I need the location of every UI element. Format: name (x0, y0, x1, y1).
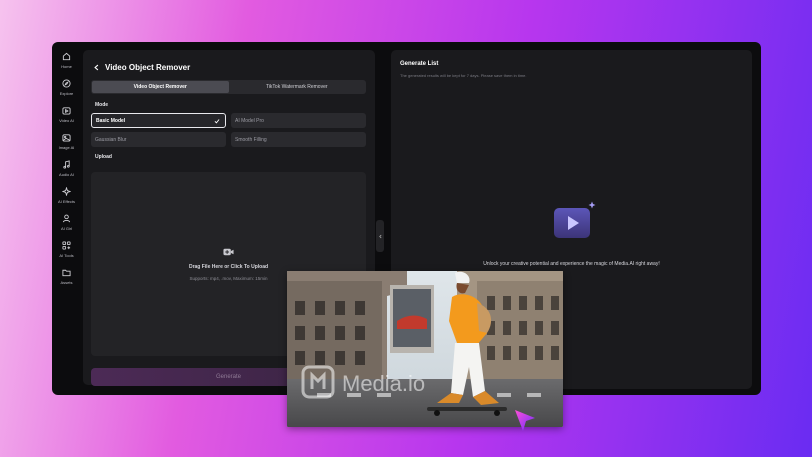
sidebar-item-ai-girl[interactable]: AI Girl (52, 214, 81, 238)
tab-video-object-remover[interactable]: Video Object Remover (92, 81, 229, 93)
compass-icon (62, 79, 71, 88)
mode-gaussian-blur[interactable]: Gaussian Blur (91, 132, 226, 147)
empty-video-icon (554, 201, 596, 238)
sidebar-item-label: Home (61, 64, 72, 69)
music-icon (63, 160, 70, 169)
mode-smooth-filling[interactable]: Smooth Filling (231, 132, 366, 147)
image-icon (62, 134, 71, 142)
mode-label-text: Gaussian Blur (95, 136, 127, 143)
home-icon (62, 52, 71, 61)
video-icon (62, 107, 71, 115)
sidebar-item-label: Video AI (59, 118, 74, 123)
sidebar-item-image-ai[interactable]: Image AI (52, 133, 81, 157)
mode-label: Mode (95, 102, 109, 108)
sparkle-icon (62, 187, 71, 196)
chevron-left-icon (378, 234, 382, 238)
sidebar-item-label: Explore (59, 91, 74, 96)
sidebar-item-label: AI Girl (60, 226, 73, 231)
tools-icon (62, 241, 71, 250)
mode-label-text: Smooth Filling (235, 136, 267, 143)
person-icon (62, 214, 71, 223)
sidebar-item-home[interactable]: Home (52, 52, 81, 76)
upload-instruction: Drag File Here or Click To Upload (188, 264, 269, 270)
sidebar-item-audio-ai[interactable]: Audio AI (52, 160, 81, 184)
sidebar-item-explore[interactable]: Explore (52, 79, 81, 103)
mode-basic-model[interactable]: Basic Model (91, 113, 226, 128)
sidebar: Home Explore Video AI Image AI Audio AI … (52, 42, 81, 395)
sidebar-item-label: Assets (60, 280, 73, 285)
upload-label: Upload (95, 154, 112, 160)
sidebar-item-label: Image AI (58, 145, 75, 150)
sidebar-item-video-ai[interactable]: Video AI (52, 106, 81, 130)
tab-bar: Video Object Remover TikTok Watermark Re… (91, 80, 366, 94)
sidebar-item-label: AI Tools (59, 253, 74, 258)
back-arrow-icon[interactable] (93, 64, 100, 71)
watermark-text: Media.io (342, 371, 425, 396)
sidebar-item-assets[interactable]: Assets (52, 268, 81, 292)
cursor-arrow-icon (515, 410, 535, 431)
generate-list-subtitle: The generated results will be kept for 7… (400, 73, 527, 78)
video-upload-icon (223, 248, 234, 256)
sidebar-item-label: Audio AI (59, 172, 74, 177)
skateboarder-photo: Media.io (287, 271, 563, 427)
empty-state-message: Unlock your creative potential and exper… (483, 261, 660, 267)
mode-label-text: AI Model Pro (235, 117, 264, 124)
check-icon (214, 119, 220, 124)
mode-label-text: Basic Model (96, 117, 126, 124)
collapse-panel-handle[interactable] (376, 220, 384, 252)
generate-list-title: Generate List (400, 61, 439, 67)
page-title: Video Object Remover (105, 63, 191, 72)
mode-ai-model-pro[interactable]: AI Model Pro (231, 113, 366, 128)
sidebar-item-label: AI Effects (57, 199, 76, 204)
sidebar-item-ai-effects[interactable]: AI Effects (52, 187, 81, 211)
panel-header: Video Object Remover (93, 63, 190, 72)
folder-icon (62, 269, 71, 277)
sidebar-item-ai-tools[interactable]: AI Tools (52, 241, 81, 265)
tab-tiktok-watermark-remover[interactable]: TikTok Watermark Remover (229, 81, 366, 93)
